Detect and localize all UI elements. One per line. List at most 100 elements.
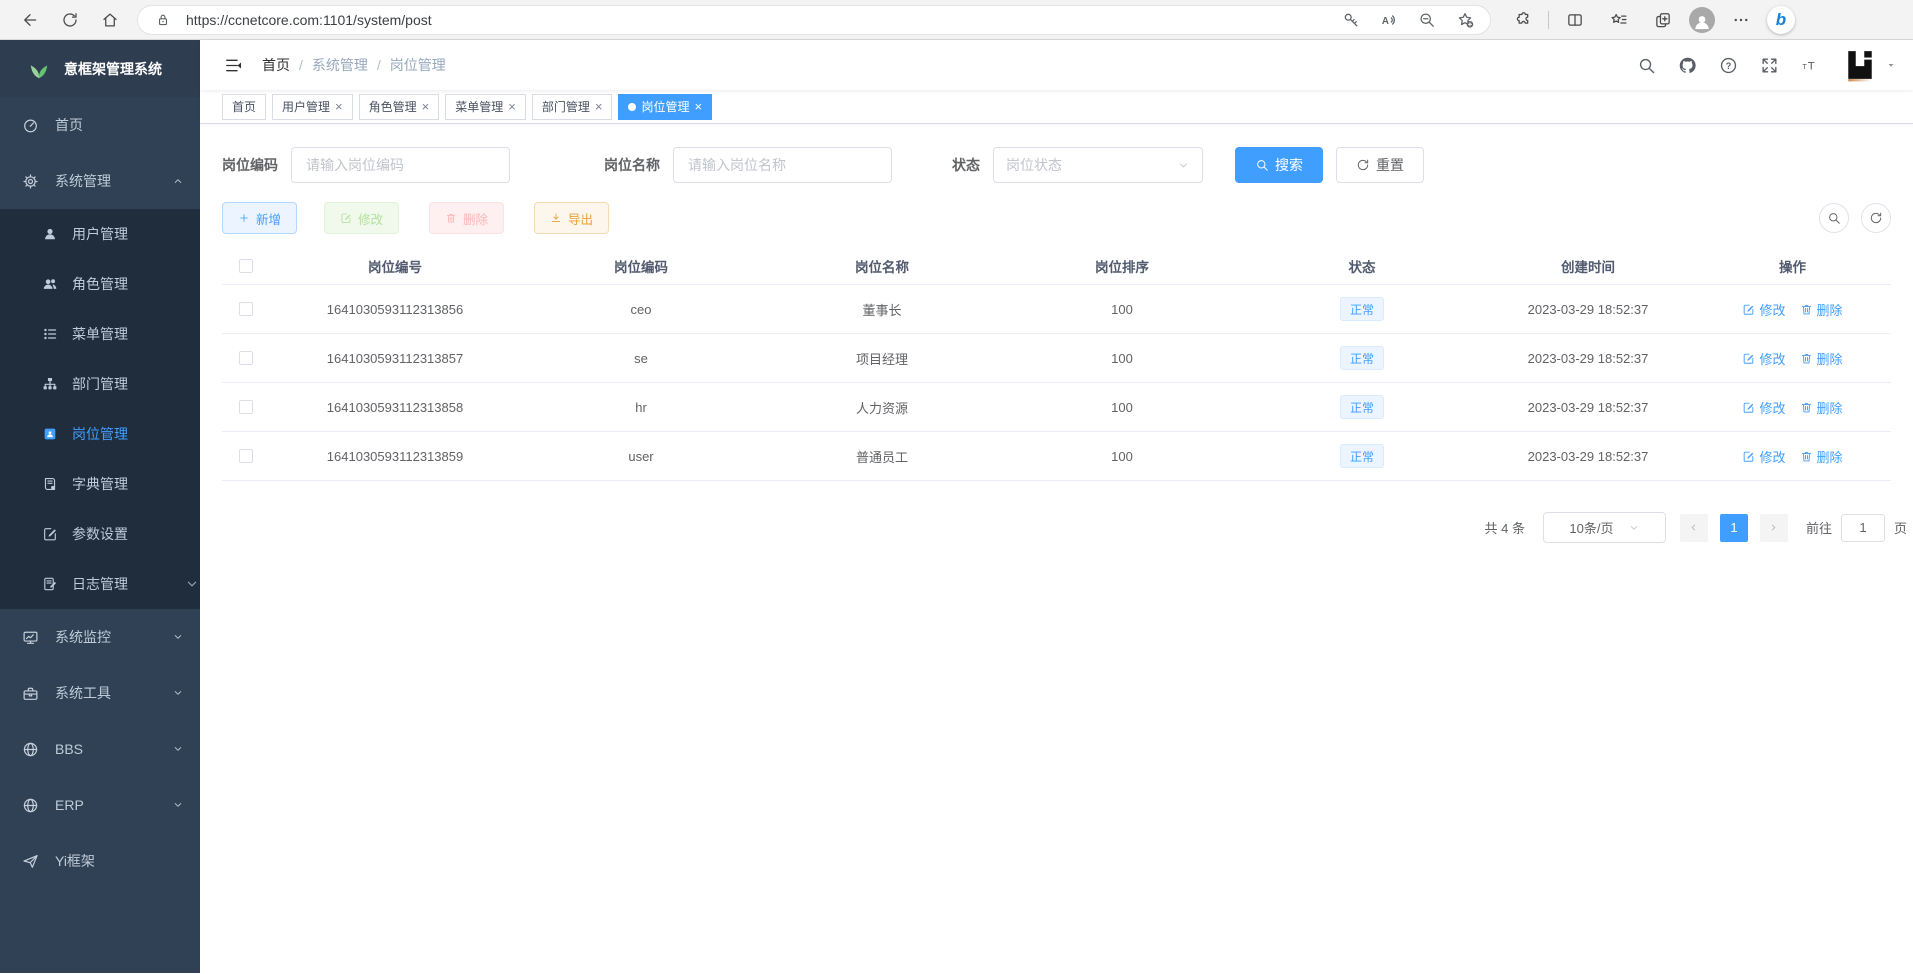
refresh-table-icon[interactable] [1861, 203, 1891, 233]
delete-button[interactable]: 删除 [429, 202, 504, 234]
post-code-input[interactable] [291, 147, 510, 183]
sidebar-item-dict-mgmt[interactable]: 字典管理 [0, 459, 200, 509]
url-text[interactable]: https://ccnetcore.com:1101/system/post [186, 12, 1328, 28]
sidebar-item-post-mgmt[interactable]: 岗位管理 [0, 409, 200, 459]
next-page-button[interactable] [1760, 514, 1788, 542]
search-button[interactable]: 搜索 [1235, 147, 1323, 183]
row-delete-link[interactable]: 删除 [1800, 398, 1843, 417]
sidebar-item-bbs[interactable]: BBS [0, 721, 200, 777]
browser-back-button[interactable] [12, 4, 48, 36]
toggle-search-icon[interactable] [1819, 203, 1849, 233]
search-button-label: 搜索 [1275, 155, 1303, 175]
split-screen-icon[interactable] [1557, 4, 1593, 36]
breadcrumb-home[interactable]: 首页 [262, 55, 290, 75]
row-checkbox[interactable] [239, 449, 253, 463]
tab-post-mgmt[interactable]: 岗位管理 × [618, 94, 712, 120]
close-icon[interactable]: × [335, 100, 343, 113]
tab-menu-mgmt[interactable]: 菜单管理 × [445, 94, 526, 120]
row-checkbox[interactable] [239, 400, 253, 414]
row-edit-link[interactable]: 修改 [1742, 447, 1785, 466]
fullscreen-icon[interactable] [1752, 48, 1786, 82]
tab-role-mgmt[interactable]: 角色管理 × [359, 94, 440, 120]
browser-home-button[interactable] [92, 4, 128, 36]
close-icon[interactable]: × [595, 100, 603, 113]
gear-icon [22, 173, 39, 190]
row-edit-link[interactable]: 修改 [1742, 300, 1785, 319]
add-button[interactable]: 新增 [222, 202, 297, 234]
goto-label: 前往 [1806, 518, 1832, 537]
sidebar-fold-icon[interactable] [218, 50, 248, 80]
tab-home[interactable]: 首页 [222, 94, 266, 120]
extensions-icon[interactable] [1504, 4, 1540, 36]
row-edit-link[interactable]: 修改 [1742, 349, 1785, 368]
search-icon[interactable] [1629, 48, 1663, 82]
tab-user-mgmt[interactable]: 用户管理 × [272, 94, 353, 120]
export-button[interactable]: 导出 [534, 202, 609, 234]
post-name-input[interactable] [673, 147, 892, 183]
sidebar-item-erp[interactable]: ERP [0, 777, 200, 833]
sidebar-item-home[interactable]: 首页 [0, 97, 200, 153]
font-size-icon[interactable] [1793, 48, 1827, 82]
app-logo[interactable]: 意框架管理系统 [0, 40, 200, 97]
row-checkbox[interactable] [239, 302, 253, 316]
tab-label: 用户管理 [282, 98, 330, 115]
sidebar-item-menu-mgmt[interactable]: 菜单管理 [0, 309, 200, 359]
sidebar-item-user-mgmt[interactable]: 用户管理 [0, 209, 200, 259]
sidebar-item-log-mgmt[interactable]: 日志管理 [0, 559, 200, 609]
col-status: 状态 [1242, 256, 1482, 276]
browser-profile-avatar[interactable] [1689, 7, 1715, 33]
toolbar-divider [1548, 11, 1549, 29]
help-icon[interactable] [1711, 48, 1745, 82]
page-number-1[interactable]: 1 [1720, 514, 1748, 542]
collections-icon[interactable] [1645, 4, 1681, 36]
sidebar-item-param-settings[interactable]: 参数设置 [0, 509, 200, 559]
github-icon[interactable] [1670, 48, 1704, 82]
sidebar-item-dept-mgmt[interactable]: 部门管理 [0, 359, 200, 409]
plus-icon [238, 212, 250, 224]
row-delete-link[interactable]: 删除 [1800, 349, 1843, 368]
address-bar[interactable]: https://ccnetcore.com:1101/system/post [138, 6, 1490, 34]
sidebar-item-yi-framework[interactable]: Yi框架 [0, 833, 200, 889]
sidebar-item-system-monitor[interactable]: 系统监控 [0, 609, 200, 665]
cell-post-sort: 100 [1002, 400, 1242, 415]
select-all-checkbox[interactable] [239, 259, 253, 273]
sidebar-item-system-tools[interactable]: 系统工具 [0, 665, 200, 721]
download-icon [550, 212, 562, 224]
log-icon [42, 576, 58, 592]
row-checkbox[interactable] [239, 351, 253, 365]
close-icon[interactable]: × [422, 100, 430, 113]
close-icon[interactable]: × [694, 100, 702, 113]
breadcrumb-system-mgmt[interactable]: 系统管理 [312, 55, 368, 75]
chevron-up-icon [172, 175, 184, 187]
row-delete-link[interactable]: 删除 [1800, 447, 1843, 466]
sidebar: 意框架管理系统 首页 系统管理 用户管理 角色管理 菜单管理 [0, 40, 200, 973]
bing-icon[interactable]: b [1767, 6, 1795, 34]
sidebar-item-system-mgmt[interactable]: 系统管理 [0, 153, 200, 209]
reset-button[interactable]: 重置 [1336, 147, 1424, 183]
sidebar-item-role-mgmt[interactable]: 角色管理 [0, 259, 200, 309]
user-menu-caret-icon[interactable] [1885, 59, 1897, 71]
row-edit-link[interactable]: 修改 [1742, 398, 1785, 417]
user-avatar-logo[interactable] [1844, 47, 1876, 83]
goto-page-input[interactable] [1841, 514, 1885, 542]
cell-post-code: se [520, 351, 762, 366]
post-badge-icon [42, 426, 58, 442]
favorite-add-icon[interactable] [1450, 8, 1480, 32]
browser-refresh-button[interactable] [52, 4, 88, 36]
row-delete-link[interactable]: 删除 [1800, 300, 1843, 319]
status-select[interactable]: 岗位状态 [993, 147, 1203, 183]
read-aloud-icon[interactable] [1374, 8, 1404, 32]
tab-dept-mgmt[interactable]: 部门管理 × [532, 94, 613, 120]
close-icon[interactable]: × [508, 100, 516, 113]
edit-button[interactable]: 修改 [324, 202, 399, 234]
lock-icon[interactable] [148, 8, 178, 32]
trash-icon [445, 212, 457, 224]
prev-page-button[interactable] [1680, 514, 1708, 542]
browser-menu-icon[interactable] [1723, 4, 1759, 36]
page-size-select[interactable]: 10条/页 [1543, 512, 1666, 543]
favorites-icon[interactable] [1601, 4, 1637, 36]
zoom-out-icon[interactable] [1412, 8, 1442, 32]
users-icon [42, 276, 58, 292]
cell-post-name: 普通员工 [762, 447, 1002, 466]
key-icon[interactable] [1336, 8, 1366, 32]
